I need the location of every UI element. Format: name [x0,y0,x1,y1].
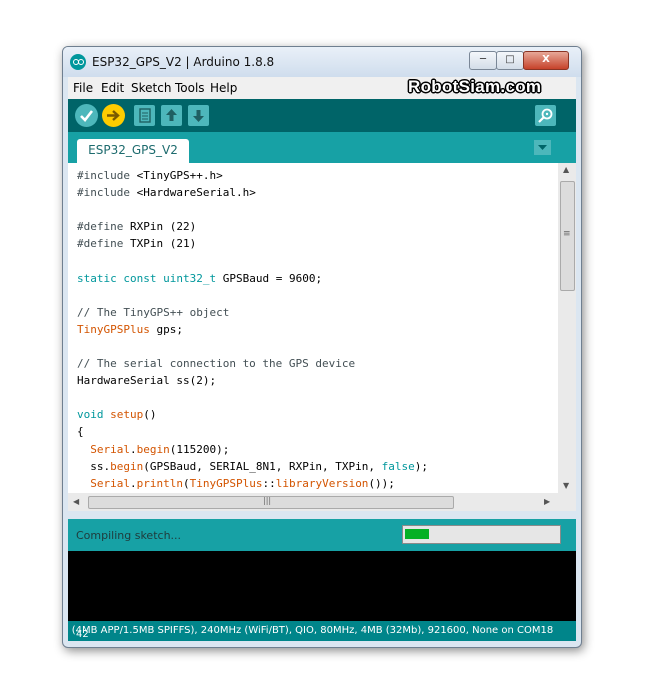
tab-esp32-gps-v2[interactable]: ESP32_GPS_V2 [77,139,189,163]
board-info-text: (4MB APP/1.5MB SPIFFS), 240MHz (WiFi/BT)… [71,625,554,636]
code-line: static const uint32_t GPSBaud = 9600; [77,271,323,285]
menu-edit[interactable]: Edit [101,81,124,95]
tab-menu-button[interactable] [534,140,551,155]
code-text: #include <TinyGPS++.h> #include <Hardwar… [77,167,428,493]
code-line: TinyGPSPlus gps; [77,322,183,336]
upload-icon [107,110,120,121]
scroll-down-icon[interactable]: ▼ [563,481,569,490]
progress-bar [402,525,561,544]
scroll-left-icon[interactable]: ◀ [73,497,79,506]
serial-monitor-icon [538,108,553,123]
code-line: void setup() [77,408,157,422]
line-number: 42 [76,629,89,640]
code-line: Serial.println(TinyGPSPlus::libraryVersi… [90,476,395,490]
status-bar: Compiling sketch... [68,519,576,551]
new-icon [139,108,151,123]
code-line: { [77,425,84,439]
open-icon [166,109,177,121]
chevron-down-icon [538,145,547,150]
tabs-bar: ESP32_GPS_V2 [68,132,576,163]
title-bar[interactable]: ESP32_GPS_V2 | Arduino 1.8.8 ─ □ X [63,47,581,77]
open-sketch-button[interactable] [161,105,182,126]
status-message: Compiling sketch... [76,529,182,542]
close-button[interactable]: X [523,51,569,70]
code-line: Serial.begin(115200); [90,442,230,456]
menu-file[interactable]: File [73,81,93,95]
scroll-right-icon[interactable]: ▶ [544,497,550,506]
grip-icon: ||| [263,496,272,505]
serial-monitor-button[interactable] [535,105,556,126]
save-sketch-button[interactable] [188,105,209,126]
menu-help[interactable]: Help [210,81,237,95]
arduino-logo-icon [70,54,86,70]
horizontal-scroll-thumb[interactable]: ||| [88,496,454,509]
window-title: ESP32_GPS_V2 | Arduino 1.8.8 [92,55,275,69]
toolbar [68,99,576,132]
maximize-button[interactable]: □ [496,51,524,70]
menu-sketch[interactable]: Sketch [131,81,171,95]
arduino-window: ESP32_GPS_V2 | Arduino 1.8.8 ─ □ X File … [62,46,582,648]
code-line: #define TXPin (21) [77,237,197,251]
menu-tools[interactable]: Tools [175,81,205,95]
minimize-button[interactable]: ─ [469,51,497,70]
progress-fill [405,529,429,539]
board-info-bar: 42(4MB APP/1.5MB SPIFFS), 240MHz (WiFi/B… [68,621,576,641]
code-line: HardwareSerial ss(2); [77,374,217,388]
watermark-logo: RobotSiam.com [408,77,542,96]
code-line: // The serial connection to the GPS devi… [77,357,356,371]
menu-bar: File Edit Sketch Tools Help RobotSiam.co… [68,77,576,99]
console-output[interactable] [68,551,576,621]
vertical-scrollbar[interactable]: ▲ ≡ ▼ [558,163,576,493]
vertical-scroll-thumb[interactable]: ≡ [560,181,575,291]
code-editor[interactable]: #include <TinyGPS++.h> #include <Hardwar… [68,163,558,493]
new-sketch-button[interactable] [134,105,155,126]
verify-button[interactable] [75,104,98,127]
horizontal-scrollbar[interactable]: ◀ ||| ▶ [68,493,558,511]
code-line: #include <HardwareSerial.h> [77,186,256,200]
verify-icon [80,110,94,122]
scroll-up-icon[interactable]: ▲ [563,165,569,174]
code-line: #include <TinyGPS++.h> [77,169,223,182]
grip-icon: ≡ [563,229,571,239]
save-icon [193,110,204,122]
code-line: // The TinyGPS++ object [77,305,230,319]
scrollbar-corner [558,493,576,511]
upload-button[interactable] [102,104,125,127]
code-line: ss.begin(GPSBaud, SERIAL_8N1, RXPin, TXP… [77,459,429,473]
board-info: 42(4MB APP/1.5MB SPIFFS), 240MHz (WiFi/B… [71,625,554,640]
code-line: #define RXPin (22) [77,220,197,234]
